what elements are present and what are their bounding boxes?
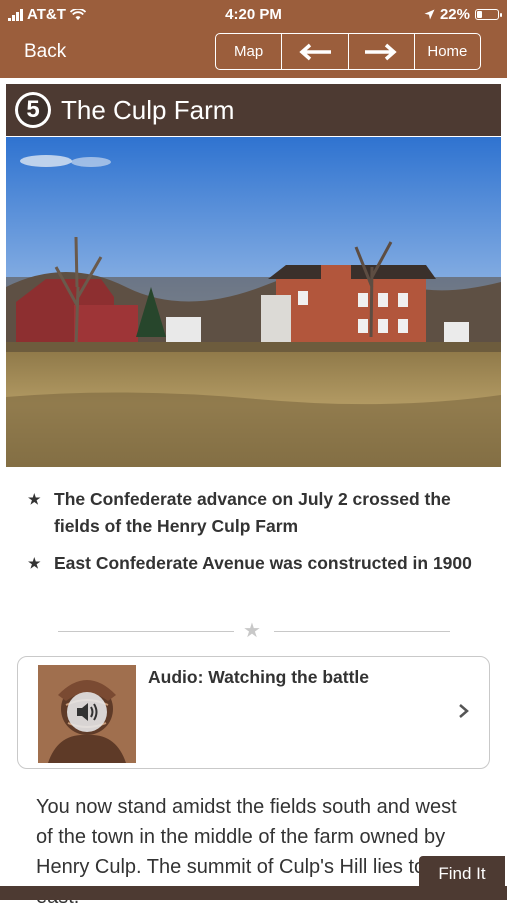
- home-button[interactable]: Home: [413, 34, 480, 69]
- star-divider-icon: ★: [243, 620, 261, 642]
- status-bar: AT&T 4:20 PM 22%: [0, 0, 507, 28]
- nav-button-group: Map Home: [215, 33, 481, 70]
- chevron-right-icon: [458, 699, 470, 725]
- arrow-left-icon: [299, 43, 331, 60]
- battery-percent: 22%: [439, 6, 470, 23]
- location-arrow-icon: [424, 9, 435, 20]
- audio-thumbnail: [38, 665, 136, 763]
- status-right: 22%: [424, 6, 502, 23]
- find-it-button[interactable]: Find It: [419, 856, 505, 892]
- top-bar: AT&T 4:20 PM 22% Back Map Home: [0, 0, 507, 78]
- arrow-right-icon: [365, 43, 397, 60]
- star-bullet-icon: ★: [28, 491, 41, 507]
- next-button[interactable]: [347, 34, 414, 69]
- fact-text: The Confederate advance on July 2 crosse…: [54, 489, 451, 536]
- stop-number: 5: [18, 95, 48, 125]
- previous-button[interactable]: [281, 34, 347, 69]
- back-button[interactable]: Back: [24, 41, 66, 63]
- stop-title-bar: 5 The Culp Farm: [6, 84, 501, 136]
- divider-line: [274, 631, 450, 632]
- fact-list: ★ The Confederate advance on July 2 cros…: [28, 486, 488, 587]
- battery-icon: [475, 9, 502, 20]
- list-item: ★ The Confederate advance on July 2 cros…: [28, 486, 488, 540]
- page-title: The Culp Farm: [61, 94, 235, 125]
- fact-text: East Confederate Avenue was constructed …: [54, 553, 472, 573]
- divider: ★: [58, 620, 450, 642]
- stop-number-badge: 5: [15, 92, 51, 128]
- star-bullet-icon: ★: [28, 555, 41, 571]
- speaker-icon[interactable]: [67, 692, 107, 732]
- map-button[interactable]: Map: [216, 34, 281, 69]
- farm-photo: [6, 137, 501, 467]
- list-item: ★ East Confederate Avenue was constructe…: [28, 550, 488, 577]
- divider-line: [58, 631, 234, 632]
- audio-title: Audio: Watching the battle: [148, 667, 369, 687]
- audio-card[interactable]: Audio: Watching the battle: [17, 656, 490, 769]
